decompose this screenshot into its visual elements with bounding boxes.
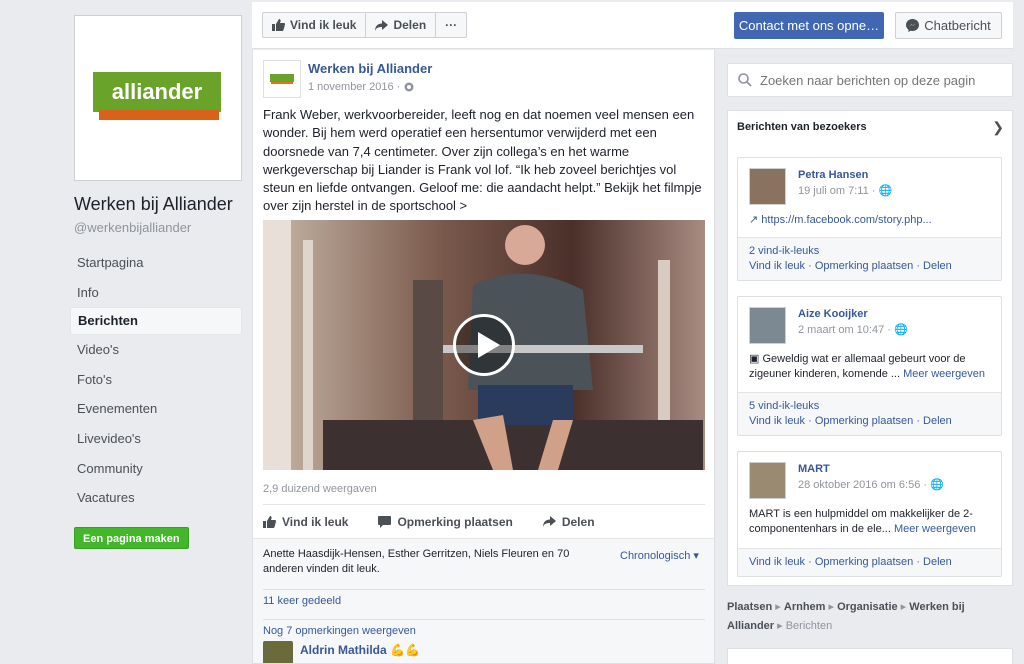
visitor-post-actions[interactable]: Vind ik leuk · Opmerking plaatsen · Dele…: [749, 556, 952, 568]
post-feedback-box: Anette Haasdijk-Hensen, Esther Gerritzen…: [253, 538, 714, 663]
visitor-post-card: MART 28 oktober 2016 om 6:56 · 🌐 MART is…: [737, 451, 1002, 577]
visitor-post-text: MART is een hulpmiddel om makkelijker de…: [749, 507, 997, 537]
visitor-post-card: Aize Kooijker 2 maart om 10:47 · 🌐 ▣ Gew…: [737, 296, 1002, 436]
visitor-post-actions[interactable]: Vind ik leuk · Opmerking plaatsen · Dele…: [749, 260, 952, 272]
breadcrumb-organisatie[interactable]: Organisatie: [837, 601, 898, 613]
visitor-post-footer: 2 vind-ik-leuks Vind ik leuk · Opmerking…: [738, 237, 1001, 280]
nav-item-videos[interactable]: Video's: [70, 335, 242, 365]
visitor-name[interactable]: Aize Kooijker: [798, 308, 868, 320]
post-search-box: [727, 63, 1013, 97]
breadcrumb: Plaatsen ▸ Arnhem ▸ Organisatie ▸ Werken…: [727, 601, 965, 632]
visitor-posts-panel: Berichten van bezoekers ❯ Petra Hansen 1…: [727, 110, 1013, 586]
post-like-button[interactable]: Vind ik leuk: [263, 515, 348, 529]
visitor-post-time[interactable]: 19 juli om 7:11 · 🌐: [798, 184, 892, 197]
visitor-post-time[interactable]: 2 maart om 10:47 · 🌐: [798, 323, 908, 336]
video-view-count: 2,9 duizend weergaven: [263, 483, 377, 495]
visitor-post-time[interactable]: 28 oktober 2016 om 6:56 · 🌐: [798, 478, 944, 491]
visitor-post-footer: 5 vind-ik-leuks Vind ik leuk · Opmerking…: [738, 392, 1001, 435]
chevron-right-icon[interactable]: ❯: [992, 119, 1004, 136]
visitor-post-actions[interactable]: Vind ik leuk · Opmerking plaatsen · Dele…: [749, 415, 952, 427]
chat-label: Chatbericht: [924, 18, 991, 33]
share-arrow-icon: [375, 19, 389, 31]
bottom-panel: [727, 648, 1013, 664]
post-video[interactable]: [263, 220, 705, 470]
visitor-avatar[interactable]: [749, 307, 786, 344]
post-author[interactable]: Werken bij Alliander: [308, 61, 432, 76]
left-nav: Startpagina Info Berichten Video's Foto'…: [70, 248, 242, 513]
nav-item-info[interactable]: Info: [70, 278, 242, 308]
play-button[interactable]: [453, 314, 515, 376]
visitor-name[interactable]: MART: [798, 463, 830, 475]
page-action-group: Vind ik leuk Delen ···: [262, 12, 468, 38]
page-share-label: Delen: [393, 18, 427, 32]
logo-text: alliander: [112, 79, 203, 104]
thumbs-up-icon: [272, 19, 285, 31]
visitor-post-likes[interactable]: 2 vind-ik-leuks: [749, 245, 819, 257]
post-action-bar: Vind ik leuk Opmerking plaatsen Delen: [263, 504, 705, 538]
visitor-post-footer: Vind ik leuk · Opmerking plaatsen · Dele…: [738, 548, 1001, 576]
share-arrow-icon: [542, 516, 556, 527]
page-share-button[interactable]: Delen: [366, 13, 437, 37]
view-more-comments-link[interactable]: Nog 7 opmerkingen weergeven: [263, 619, 705, 637]
breadcrumb-arnhem[interactable]: Arnhem: [784, 601, 826, 613]
breadcrumb-plaatsen[interactable]: Plaatsen: [727, 601, 772, 613]
messenger-icon: [906, 19, 920, 32]
nav-item-fotos[interactable]: Foto's: [70, 365, 242, 395]
commenter-avatar[interactable]: [263, 641, 293, 663]
visitor-avatar[interactable]: [749, 462, 786, 499]
nav-item-community[interactable]: Community: [70, 454, 242, 484]
page-like-label: Vind ik leuk: [290, 18, 357, 32]
likes-summary[interactable]: Anette Haasdijk-Hensen, Esther Gerritzen…: [263, 547, 583, 577]
visitor-posts-title: Berichten van bezoekers: [737, 121, 867, 133]
post-text: Frank Weber, werkvoorbereider, leeft nog…: [263, 107, 702, 214]
post-comment-label: Opmerking plaatsen: [397, 514, 513, 529]
globe-icon: [404, 82, 414, 92]
post-share-label: Delen: [561, 514, 595, 529]
commenter-name[interactable]: Aldrin Mathilda 💪💪: [300, 643, 420, 657]
nav-item-evenementen[interactable]: Evenementen: [70, 394, 242, 424]
post-date[interactable]: 1 november 2016 ·: [308, 81, 414, 93]
visitor-post-card: Petra Hansen 19 juli om 7:11 · 🌐 ↗ https…: [737, 157, 1002, 281]
see-more-link[interactable]: Meer weergeven: [894, 523, 976, 535]
post-like-label: Vind ik leuk: [282, 514, 349, 529]
page-actions-bar: Vind ik leuk Delen ··· Contact met ons o…: [252, 2, 1013, 49]
comment-sort-dropdown[interactable]: Chronologisch ▾: [620, 549, 699, 562]
nav-item-vacatures[interactable]: Vacatures: [70, 483, 242, 513]
visitor-avatar[interactable]: [749, 168, 786, 205]
post-card: Werken bij Alliander 1 november 2016 · F…: [252, 50, 715, 664]
nav-item-berichten[interactable]: Berichten: [70, 307, 242, 336]
post-date-text: 1 november 2016 ·: [308, 81, 401, 93]
visitor-post-text: ▣ Geweldig wat er allemaal gebeurt voor …: [749, 352, 997, 382]
create-page-button[interactable]: Een pagina maken: [74, 527, 189, 549]
see-more-link[interactable]: Meer weergeven: [903, 368, 985, 380]
alliander-logo: alliander: [93, 72, 221, 120]
contact-button[interactable]: Contact met ons opne…: [734, 12, 884, 39]
breadcrumb-current: Berichten: [785, 620, 833, 632]
page-like-button[interactable]: Vind ik leuk: [263, 13, 367, 37]
nav-item-startpagina[interactable]: Startpagina: [70, 248, 242, 278]
post-share-button[interactable]: Delen: [542, 514, 595, 529]
comment-icon: [378, 515, 392, 528]
chat-button[interactable]: Chatbericht: [895, 12, 1002, 39]
thumbs-up-icon: [263, 515, 276, 528]
alliander-logo-small: [270, 74, 294, 84]
search-icon: [738, 73, 752, 87]
visitor-post-link[interactable]: ↗ https://m.facebook.com/story.php...: [749, 213, 997, 228]
post-author-avatar[interactable]: [263, 60, 301, 98]
page-title[interactable]: Werken bij Alliander: [74, 194, 233, 215]
nav-item-livevideos[interactable]: Livevideo's: [70, 424, 242, 454]
more-options-button[interactable]: ···: [436, 13, 466, 37]
visitor-name[interactable]: Petra Hansen: [798, 169, 868, 181]
share-count-link[interactable]: 11 keer gedeeld: [263, 589, 705, 607]
visitor-post-likes[interactable]: 5 vind-ik-leuks: [749, 400, 819, 412]
search-input[interactable]: [760, 72, 1000, 88]
post-comment-button[interactable]: Opmerking plaatsen: [378, 514, 513, 529]
page-profile-picture[interactable]: alliander: [74, 15, 242, 181]
page-handle[interactable]: @werkenbijalliander: [74, 220, 191, 235]
